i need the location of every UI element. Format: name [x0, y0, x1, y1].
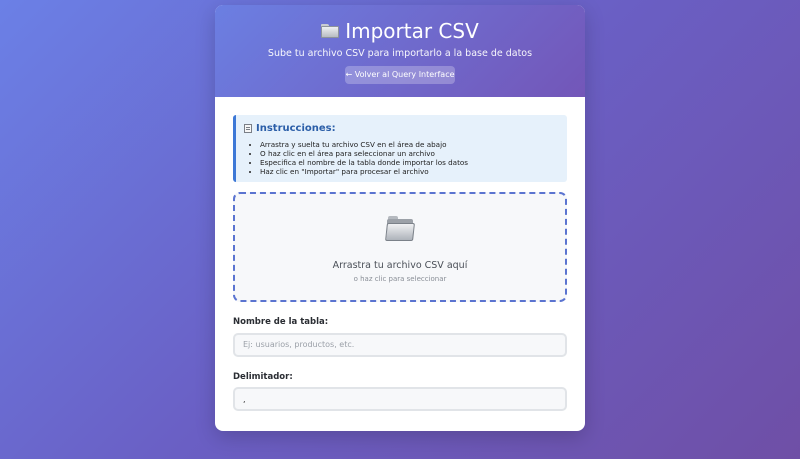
page-header: Importar CSV Sube tu archivo CSV para im… [215, 5, 585, 97]
list-item: Arrastra y suelta tu archivo CSV en el á… [260, 140, 557, 149]
list-item: Haz clic en "Importar" para procesar el … [260, 167, 557, 176]
instructions-title-text: Instrucciones: [256, 123, 336, 134]
folder-icon [385, 216, 415, 242]
page-title: Importar CSV [215, 19, 585, 43]
clipboard-icon [244, 124, 252, 133]
instructions-title: Instrucciones: [244, 123, 557, 134]
back-to-query-button[interactable]: ← Volver al Query Interface [345, 66, 455, 84]
import-card: Importar CSV Sube tu archivo CSV para im… [215, 5, 585, 431]
instructions-list: Arrastra y suelta tu archivo CSV en el á… [244, 140, 557, 176]
csv-dropzone[interactable]: Arrastra tu archivo CSV aquí o haz clic … [233, 192, 567, 302]
delimiter-input[interactable] [233, 387, 567, 411]
table-name-input[interactable] [233, 332, 567, 357]
main-content: Instrucciones: Arrastra y suelta tu arch… [215, 97, 585, 411]
list-item: Especifica el nombre de la tabla donde i… [260, 158, 557, 167]
dropzone-sub-text: o haz clic para seleccionar [353, 275, 447, 283]
page-subtitle: Sube tu archivo CSV para importarlo a la… [267, 48, 533, 59]
list-item: O haz clic en el área para seleccionar u… [260, 149, 557, 158]
delimiter-label: Delimitador: [233, 371, 293, 382]
dropzone-main-text: Arrastra tu archivo CSV aquí [332, 260, 468, 271]
folder-icon [321, 24, 340, 38]
table-name-label: Nombre de la tabla: [233, 317, 329, 327]
page-title-text: Importar CSV [345, 19, 479, 43]
instructions-box: Instrucciones: Arrastra y suelta tu arch… [233, 115, 567, 182]
